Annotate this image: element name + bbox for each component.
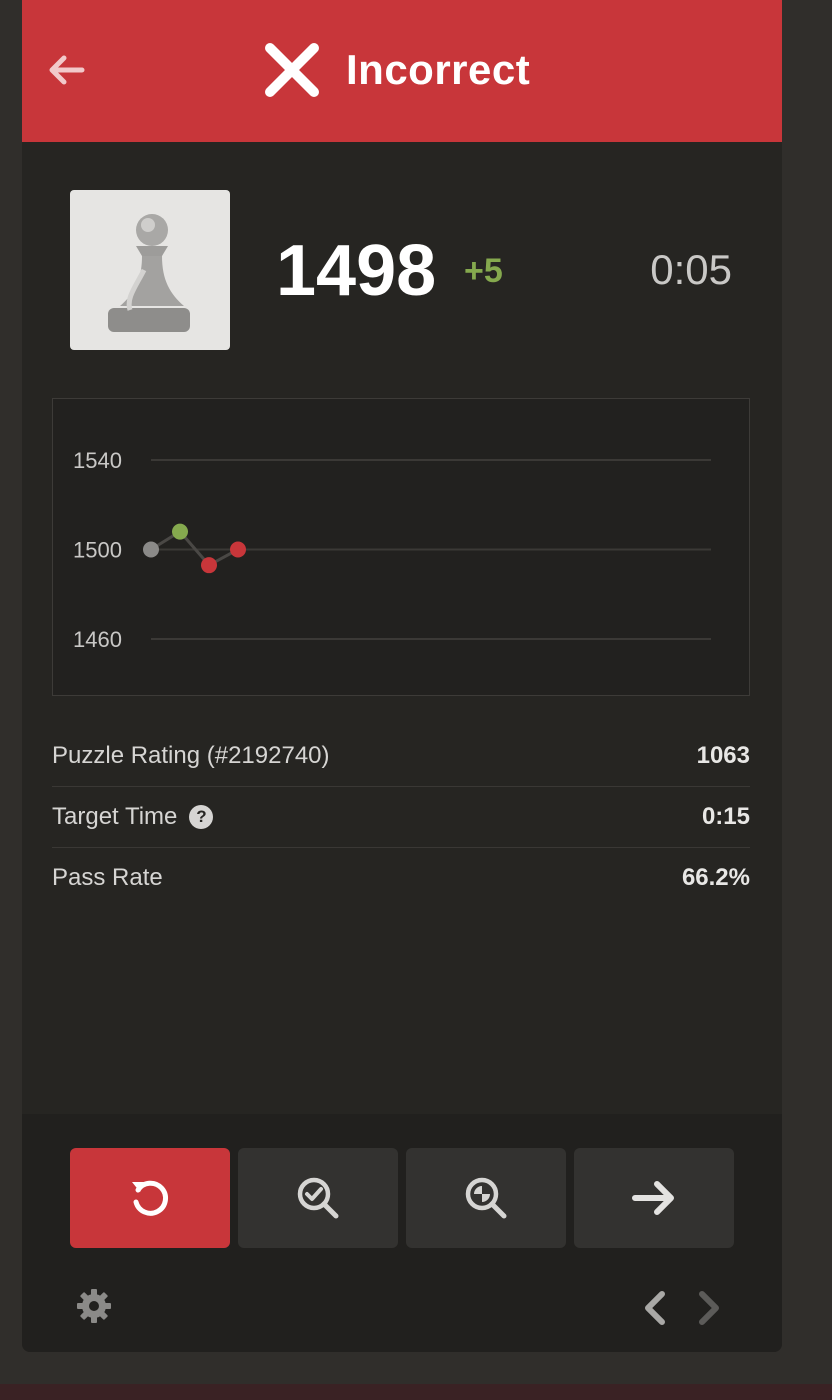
stat-row: Puzzle Rating (#2192740) 1063: [52, 726, 750, 787]
y-tick-label: 1540: [73, 448, 122, 473]
rating-line: [150, 529, 239, 568]
show-solution-button[interactable]: [238, 1148, 398, 1248]
stat-label-group: Pass Rate: [52, 864, 163, 892]
y-tick-label: 1460: [73, 627, 122, 652]
puzzle-panel: Incorrect 1498 +5 0:05 1540 1500 1460 Puzz…: [22, 0, 782, 1352]
rating-point[interactable]: [143, 541, 159, 558]
rating-point[interactable]: [172, 523, 188, 540]
stat-label: Puzzle Rating (#2192740): [52, 742, 330, 769]
retry-button[interactable]: [70, 1148, 230, 1248]
chevron-right-icon[interactable]: [692, 1288, 726, 1328]
stat-value: 66.2%: [681, 864, 750, 891]
stat-value: 0:15: [701, 803, 750, 830]
page-title: Incorrect: [346, 46, 531, 93]
pawn-icon: [70, 190, 230, 350]
stat-row: Pass Rate 66.2%: [52, 848, 750, 908]
rating-point[interactable]: [201, 557, 217, 574]
magnify-check-icon: [297, 1177, 339, 1219]
action-bar: [22, 1114, 782, 1352]
stat-label-group: Target Time?: [52, 803, 214, 831]
rating-point[interactable]: [230, 541, 246, 558]
stat-value: 1063: [696, 742, 750, 769]
stat-label: Target Time: [52, 803, 178, 830]
arrow-right-icon: [632, 1181, 674, 1215]
chevron-left-icon[interactable]: [638, 1288, 672, 1328]
stat-label: Pass Rate: [52, 864, 163, 891]
help-icon[interactable]: ?: [189, 805, 214, 829]
retry-icon: [132, 1180, 169, 1216]
analysis-button[interactable]: [406, 1148, 566, 1248]
header-title-group: Incorrect: [262, 38, 530, 102]
rating-chart: 1540 1500 1460: [52, 398, 750, 696]
magnify-analysis-icon: [465, 1177, 507, 1219]
next-puzzle-button[interactable]: [574, 1148, 734, 1248]
desktop-taskbar: [0, 1384, 832, 1400]
puzzle-timer: 0:05: [650, 246, 732, 293]
arrow-left-icon[interactable]: [48, 52, 88, 88]
rating-delta: +5: [464, 252, 503, 290]
result-header: Incorrect: [22, 0, 782, 142]
stat-label-group: Puzzle Rating (#2192740): [52, 742, 330, 770]
x-icon: [265, 43, 319, 97]
player-rating: 1498: [276, 231, 437, 311]
rating-chart-svg: 1540 1500 1460: [73, 448, 711, 652]
stat-row: Target Time? 0:15: [52, 787, 750, 848]
gear-icon[interactable]: [74, 1286, 114, 1326]
puzzle-stats: Puzzle Rating (#2192740) 1063 Target Time?…: [52, 726, 750, 908]
y-tick-label: 1500: [73, 538, 122, 563]
